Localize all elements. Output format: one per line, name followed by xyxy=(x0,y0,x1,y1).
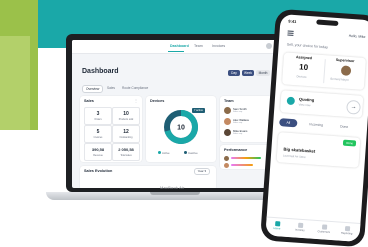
laptop-display: Dashboard Team Invoices Dashboard Day We… xyxy=(72,40,278,188)
nav-dashboard[interactable]: Dashboard xyxy=(170,44,189,48)
order-tabs: All Incoming Done xyxy=(279,118,361,132)
status-time: 9:41 xyxy=(288,18,297,25)
bottom-navigation: Home Invoices Customers Reporting xyxy=(265,216,361,243)
page-title: Dashboard xyxy=(82,68,119,75)
quoting-title: Quoting xyxy=(298,96,315,103)
avatar xyxy=(224,107,231,114)
subtab-sales[interactable]: Sales xyxy=(107,85,115,91)
team-card: Team Sam Smith Sales rep Alex Wallace Sale… xyxy=(220,96,272,142)
performance-title: Performance xyxy=(224,148,248,152)
devices-title: Devices xyxy=(150,99,165,103)
avatar xyxy=(224,118,231,125)
devices-card: Devices 10 7 active Active Inactive xyxy=(146,96,216,162)
avatar[interactable] xyxy=(340,65,352,77)
performance-bar xyxy=(231,157,261,159)
nav-team[interactable]: Team xyxy=(194,44,203,48)
team-member[interactable]: Sam Smith Sales rep xyxy=(224,106,264,116)
performance-bar xyxy=(231,164,253,166)
order-title: Big skatebasket xyxy=(283,146,316,154)
status-badge: Done xyxy=(343,139,357,147)
supervisor-sub: Bernard Mayer xyxy=(330,76,350,82)
sales-title: Sales xyxy=(84,99,94,103)
phone-device: 9:41 Hello, Mike Sell, your choice for t… xyxy=(260,8,368,247)
menu-icon[interactable] xyxy=(287,30,294,38)
stat-outstanding: 12 Outstanding xyxy=(112,125,140,143)
nav-invoices[interactable]: Invoices xyxy=(212,44,225,48)
quoting-sub: View now xyxy=(298,102,311,108)
laptop-notch xyxy=(150,192,200,195)
nav-active-indicator xyxy=(168,51,184,52)
assigned-value: 10 xyxy=(298,62,309,73)
customers-icon xyxy=(321,224,327,230)
tab-done[interactable]: Done xyxy=(335,122,354,131)
period-month[interactable]: Month xyxy=(256,70,270,76)
tab-all[interactable]: All xyxy=(279,118,298,128)
top-navigation: Dashboard Team Invoices xyxy=(72,40,278,54)
supervisor-label: Supervisor xyxy=(335,57,355,64)
avatar xyxy=(224,129,231,136)
quoting-card[interactable]: Quoting View now → xyxy=(280,90,364,118)
sales-evolution-title: Sales Evolution xyxy=(84,169,113,173)
assigned-label: Assigned xyxy=(295,55,313,61)
avatar xyxy=(224,163,229,168)
phone-screen: 9:41 Hello, Mike Sell, your choice for t… xyxy=(265,13,368,243)
team-title: Team xyxy=(224,99,234,103)
reporting-icon xyxy=(344,225,350,232)
donut-tooltip: 7 active xyxy=(192,108,205,113)
subtab-route-compliance[interactable]: Route Compliance xyxy=(122,85,148,91)
greeting: Hello, Mike xyxy=(348,33,366,39)
period-week[interactable]: Week xyxy=(242,70,254,76)
devices-donut-chart: 10 xyxy=(164,110,198,144)
bottom-nav-home[interactable]: Home xyxy=(268,221,287,231)
stat-invoices: 5 Invoices xyxy=(84,125,112,143)
summary-card: Assigned 10 Devices Supervisor Bernard M… xyxy=(281,52,366,90)
user-avatar[interactable] xyxy=(266,43,272,49)
bottom-nav-reporting[interactable]: Reporting xyxy=(338,225,357,236)
order-sub: Lovemail Art Store xyxy=(282,153,306,160)
home-icon xyxy=(274,221,280,227)
legend-inactive: Inactive xyxy=(184,151,198,155)
stat-products-sold: 10 Products sold xyxy=(112,107,140,125)
bottom-nav-customers[interactable]: Customers xyxy=(315,224,334,234)
laptop-brand-label: MacBook Air xyxy=(160,185,185,190)
stat-total-sales: 2 050,58 Total sales xyxy=(112,143,140,161)
stat-revenue: 390,58 Revenue xyxy=(84,143,112,161)
sales-card: Sales ⋮ 3 Orders 10 Products sold 5 Invoice… xyxy=(80,96,142,162)
banner-text: Sell, your choice for today xyxy=(286,42,329,50)
phone-notch xyxy=(316,19,339,27)
avatar xyxy=(224,156,229,161)
more-icon[interactable]: ⋮ xyxy=(134,98,138,103)
divider xyxy=(323,59,326,84)
order-card[interactable]: Done Big skatebasket Lovemail Art Store xyxy=(276,132,361,168)
background-green-block-inner xyxy=(0,36,30,130)
donut-center-value: 10 xyxy=(177,125,185,132)
assigned-sub: Devices xyxy=(296,74,307,79)
year-select[interactable]: Year ▾ xyxy=(193,168,210,175)
sales-evolution-card: Sales Evolution Year ▾ xyxy=(80,166,216,188)
invoice-icon xyxy=(297,222,303,229)
arrow-right-icon[interactable]: → xyxy=(346,99,361,115)
team-member[interactable]: Alex Wallace Sales rep xyxy=(224,117,264,127)
performance-card: Performance xyxy=(220,145,272,169)
tab-incoming[interactable]: Incoming xyxy=(305,120,328,130)
subtab-overview[interactable]: Overview xyxy=(82,85,104,93)
stat-orders: 3 Orders xyxy=(84,107,112,125)
quoting-icon xyxy=(286,96,296,106)
bottom-nav-invoices[interactable]: Invoices xyxy=(291,222,310,232)
team-member[interactable]: Mike Evans Sales rep xyxy=(224,128,264,138)
legend-active: Active xyxy=(158,151,170,155)
period-day[interactable]: Day xyxy=(228,70,240,76)
